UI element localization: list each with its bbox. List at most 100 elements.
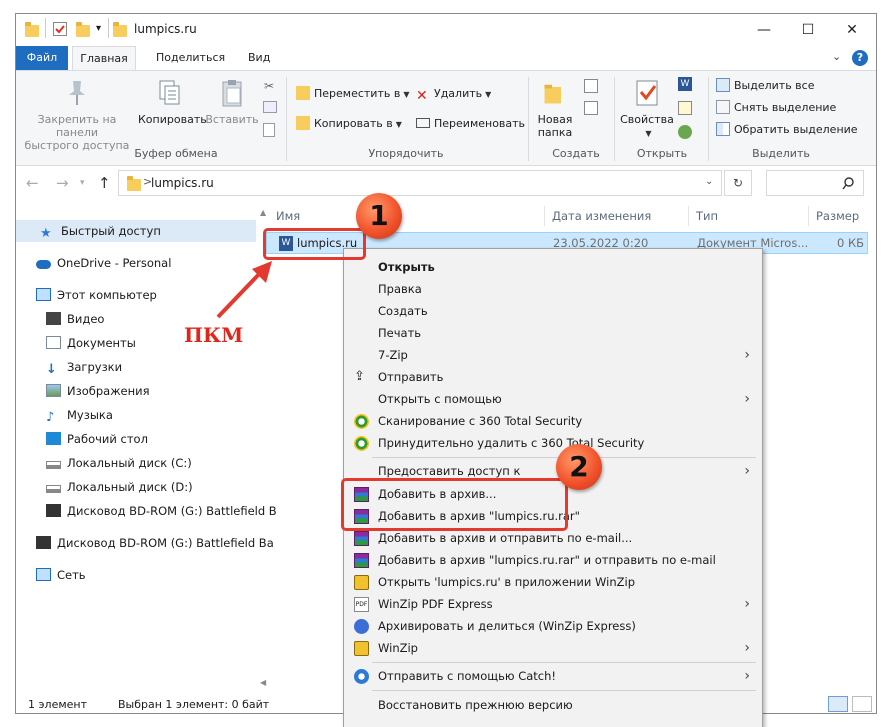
- new-group-label: Создать: [552, 147, 600, 160]
- new-folder-qat-icon[interactable]: [76, 22, 90, 37]
- nav-item-network[interactable]: Сеть: [16, 564, 86, 586]
- invert-selection-button[interactable]: Обратить выделение: [716, 119, 858, 141]
- menu-item-print[interactable]: Печать: [344, 322, 762, 344]
- menu-item-archive-share[interactable]: Архивировать и делиться (WinZip Express): [344, 615, 762, 637]
- menu-item-open-with[interactable]: Открыть с помощью ›: [344, 388, 762, 410]
- nav-item-quick-access[interactable]: ★ Быстрый доступ: [16, 220, 256, 242]
- column-separator[interactable]: [688, 206, 689, 226]
- move-to-button[interactable]: Переместить в ▼: [296, 83, 410, 105]
- word-icon[interactable]: W: [678, 77, 692, 91]
- menu-item-7zip[interactable]: 7-Zip ›: [344, 344, 762, 366]
- paste-label: Вставить: [205, 113, 259, 126]
- menu-item-send-catch[interactable]: Отправить с помощью Catch! ›: [344, 665, 762, 687]
- new-folder-icon: [544, 84, 561, 104]
- menu-item-send[interactable]: ⇪ Отправить: [344, 366, 762, 388]
- winzip-icon: [354, 575, 369, 590]
- nav-item-onedrive[interactable]: OneDrive - Personal: [16, 252, 171, 274]
- network-icon: [36, 568, 51, 581]
- tiles-view-icon[interactable]: [852, 696, 872, 712]
- tab-home[interactable]: Главная: [72, 46, 136, 70]
- nav-label: Дисковод BD-ROM (G:) Battlefield Ba: [57, 536, 274, 550]
- collapse-ribbon-icon[interactable]: ⌄: [832, 50, 841, 63]
- invert-selection-icon: [716, 122, 730, 136]
- menu-item-force-delete-360[interactable]: Принудительно удалить с 360 Total Securi…: [344, 432, 762, 454]
- delete-button[interactable]: ✕ Удалить ▼: [416, 83, 491, 105]
- drive-icon: [46, 461, 61, 469]
- close-button[interactable]: ✕: [830, 14, 874, 46]
- nav-item-bd-rom-2[interactable]: Дисковод BD-ROM (G:) Battlefield Ba: [16, 532, 274, 554]
- select-none-button[interactable]: Снять выделение: [716, 97, 836, 119]
- qat-dropdown-icon[interactable]: ▾: [96, 23, 101, 34]
- column-size[interactable]: Размер: [816, 209, 859, 223]
- properties-qat-icon[interactable]: [53, 22, 67, 36]
- column-separator[interactable]: [808, 206, 809, 226]
- copy-to-icon: [296, 116, 310, 130]
- menu-item-new[interactable]: Создать: [344, 300, 762, 322]
- nav-item-pictures[interactable]: Изображения: [16, 380, 150, 402]
- menu-item-open-in-winzip[interactable]: Открыть 'lumpics.ru' в приложении WinZip: [344, 571, 762, 593]
- menu-item-open[interactable]: Открыть: [344, 256, 762, 278]
- nav-label: Документы: [67, 336, 136, 350]
- scroll-left-icon[interactable]: ◀: [260, 678, 266, 687]
- select-all-button[interactable]: Выделить все: [716, 75, 814, 97]
- menu-item-edit[interactable]: Правка: [344, 278, 762, 300]
- copy-path-icon[interactable]: [263, 101, 277, 113]
- refresh-button[interactable]: ↻: [724, 170, 752, 196]
- maximize-button[interactable]: ☐: [786, 14, 830, 46]
- easy-access-icon[interactable]: [584, 101, 598, 115]
- history-icon[interactable]: [678, 125, 692, 139]
- step-badge-1: 1: [356, 193, 402, 239]
- menu-item-winzip[interactable]: WinZip ›: [344, 637, 762, 659]
- nav-label: Локальный диск (D:): [67, 480, 193, 494]
- minimize-button[interactable]: —: [742, 14, 786, 46]
- recent-dropdown-icon[interactable]: ▾: [80, 178, 85, 188]
- nav-item-desktop[interactable]: Рабочий стол: [16, 428, 148, 450]
- copy-to-button[interactable]: Копировать в ▼: [296, 113, 402, 135]
- menu-item-scan-360[interactable]: Сканирование с 360 Total Security: [344, 410, 762, 432]
- total-security-icon: [354, 436, 369, 451]
- column-date[interactable]: Дата изменения: [552, 209, 651, 223]
- new-folder-button[interactable]: Новая папка: [532, 77, 578, 139]
- nav-item-video[interactable]: Видео: [16, 308, 104, 330]
- menu-separator: [372, 662, 756, 663]
- selection-info: Выбран 1 элемент: 0 байт: [118, 698, 270, 711]
- up-arrow-icon[interactable]: ↑: [98, 174, 111, 192]
- tab-share[interactable]: Поделиться: [144, 46, 237, 70]
- address-dropdown-icon[interactable]: ⌄: [705, 176, 713, 187]
- copy-button[interactable]: Копировать: [138, 77, 207, 126]
- forward-arrow-icon[interactable]: →: [56, 174, 69, 192]
- back-arrow-icon[interactable]: ←: [26, 174, 39, 192]
- tab-view[interactable]: Вид: [236, 46, 282, 70]
- properties-button[interactable]: Свойства ▼: [618, 77, 676, 140]
- help-icon[interactable]: ?: [852, 50, 868, 66]
- menu-item-winzip-pdf[interactable]: PDF WinZip PDF Express ›: [344, 593, 762, 615]
- paste-shortcut-icon[interactable]: [263, 123, 275, 137]
- new-item-icon[interactable]: [584, 79, 598, 93]
- column-name[interactable]: Имя: [276, 209, 300, 223]
- rename-button[interactable]: Переименовать: [416, 113, 525, 135]
- details-view-icon[interactable]: [828, 696, 848, 712]
- tab-file[interactable]: Файл: [16, 46, 68, 70]
- nav-item-disk-d[interactable]: Локальный диск (D:): [16, 476, 193, 498]
- search-input[interactable]: [766, 170, 864, 196]
- nav-item-documents[interactable]: Документы: [16, 332, 136, 354]
- nav-item-this-pc[interactable]: Этот компьютер: [16, 284, 157, 306]
- edit-icon[interactable]: [678, 101, 692, 115]
- properties-icon: [636, 80, 658, 106]
- nav-item-music[interactable]: ♪ Музыка: [16, 404, 113, 426]
- nav-item-disk-c[interactable]: Локальный диск (C:): [16, 452, 192, 474]
- nav-item-bd-rom-1[interactable]: Дисковод BD-ROM (G:) Battlefield B: [16, 500, 277, 522]
- pin-quick-access-button[interactable]: Закрепить на панели быстрого доступа: [18, 77, 136, 152]
- paste-button[interactable]: Вставить: [204, 77, 260, 126]
- menu-label: WinZip PDF Express: [378, 597, 493, 611]
- scroll-up-icon[interactable]: ▲: [260, 208, 266, 217]
- column-type[interactable]: Тип: [696, 209, 718, 223]
- nav-item-downloads[interactable]: ↓ Загрузки: [16, 356, 122, 378]
- menu-item-add-rar-and-email[interactable]: Добавить в архив "lumpics.ru.rar" и отпр…: [344, 549, 762, 571]
- copy-label: Копировать: [138, 113, 207, 126]
- cut-icon[interactable]: ✂: [264, 79, 278, 93]
- total-security-icon: [354, 414, 369, 429]
- menu-item-restore-prev[interactable]: Восстановить прежнюю версию: [344, 694, 762, 716]
- column-separator[interactable]: [544, 206, 545, 226]
- address-bar[interactable]: > lumpics.ru ⌄: [118, 170, 722, 196]
